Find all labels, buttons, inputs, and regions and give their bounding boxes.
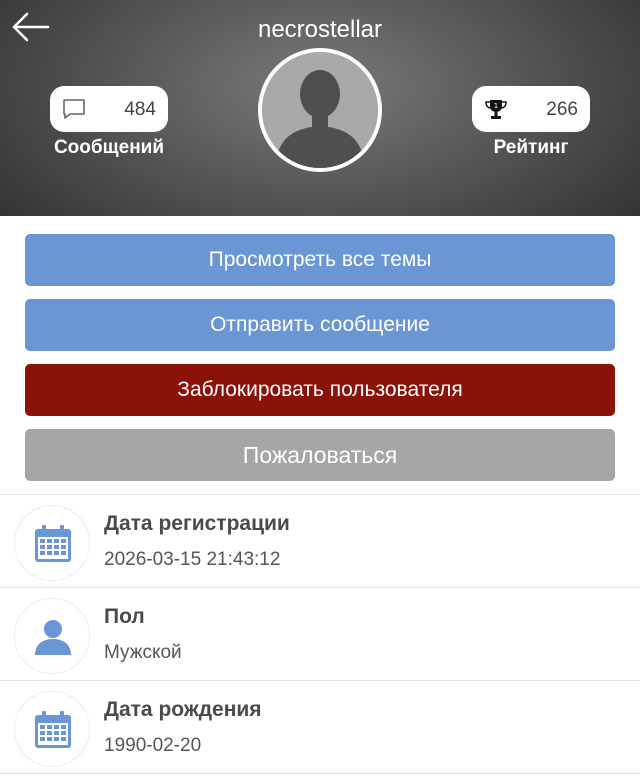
info-title: Дата регистрации bbox=[104, 512, 290, 535]
info-title: Пол bbox=[104, 605, 145, 628]
avatar bbox=[258, 48, 382, 172]
calendar-icon bbox=[14, 505, 90, 581]
speech-bubble-icon bbox=[62, 98, 86, 120]
send-message-button[interactable]: Отправить сообщение bbox=[25, 299, 615, 351]
profile-username: necrostellar bbox=[257, 16, 383, 43]
profile-info-list: Дата регистрации 2026-03-15 21:43:12 Пол… bbox=[0, 494, 640, 774]
trophy-icon: 1 bbox=[484, 98, 508, 120]
report-button[interactable]: Пожаловаться bbox=[25, 429, 615, 481]
profile-header: necrostellar 484 Сообщений 1 266 Рейтинг bbox=[0, 0, 640, 216]
rating-stat[interactable]: 1 266 bbox=[472, 86, 590, 132]
info-row-birth-date: Дата рождения 1990-02-20 bbox=[0, 681, 640, 774]
info-title: Дата рождения bbox=[104, 698, 262, 721]
profile-actions: Просмотреть все темы Отправить сообщение… bbox=[0, 216, 640, 481]
rating-count: 266 bbox=[546, 99, 578, 120]
messages-stat[interactable]: 484 bbox=[50, 86, 168, 132]
default-user-icon bbox=[262, 52, 378, 168]
svg-text:1: 1 bbox=[494, 102, 498, 110]
calendar-icon bbox=[14, 691, 90, 767]
block-user-button[interactable]: Заблокировать пользователя bbox=[25, 364, 615, 416]
person-icon bbox=[14, 598, 90, 674]
info-row-gender: Пол Мужской bbox=[0, 588, 640, 681]
info-value: 2026-03-15 21:43:12 bbox=[104, 549, 281, 570]
rating-label: Рейтинг bbox=[493, 137, 569, 158]
view-all-topics-button[interactable]: Просмотреть все темы bbox=[25, 234, 615, 286]
info-value: 1990-02-20 bbox=[104, 735, 202, 756]
info-row-registration-date: Дата регистрации 2026-03-15 21:43:12 bbox=[0, 495, 640, 588]
info-value: Мужской bbox=[104, 642, 182, 663]
messages-label: Сообщений bbox=[53, 137, 165, 158]
messages-count: 484 bbox=[124, 99, 156, 120]
